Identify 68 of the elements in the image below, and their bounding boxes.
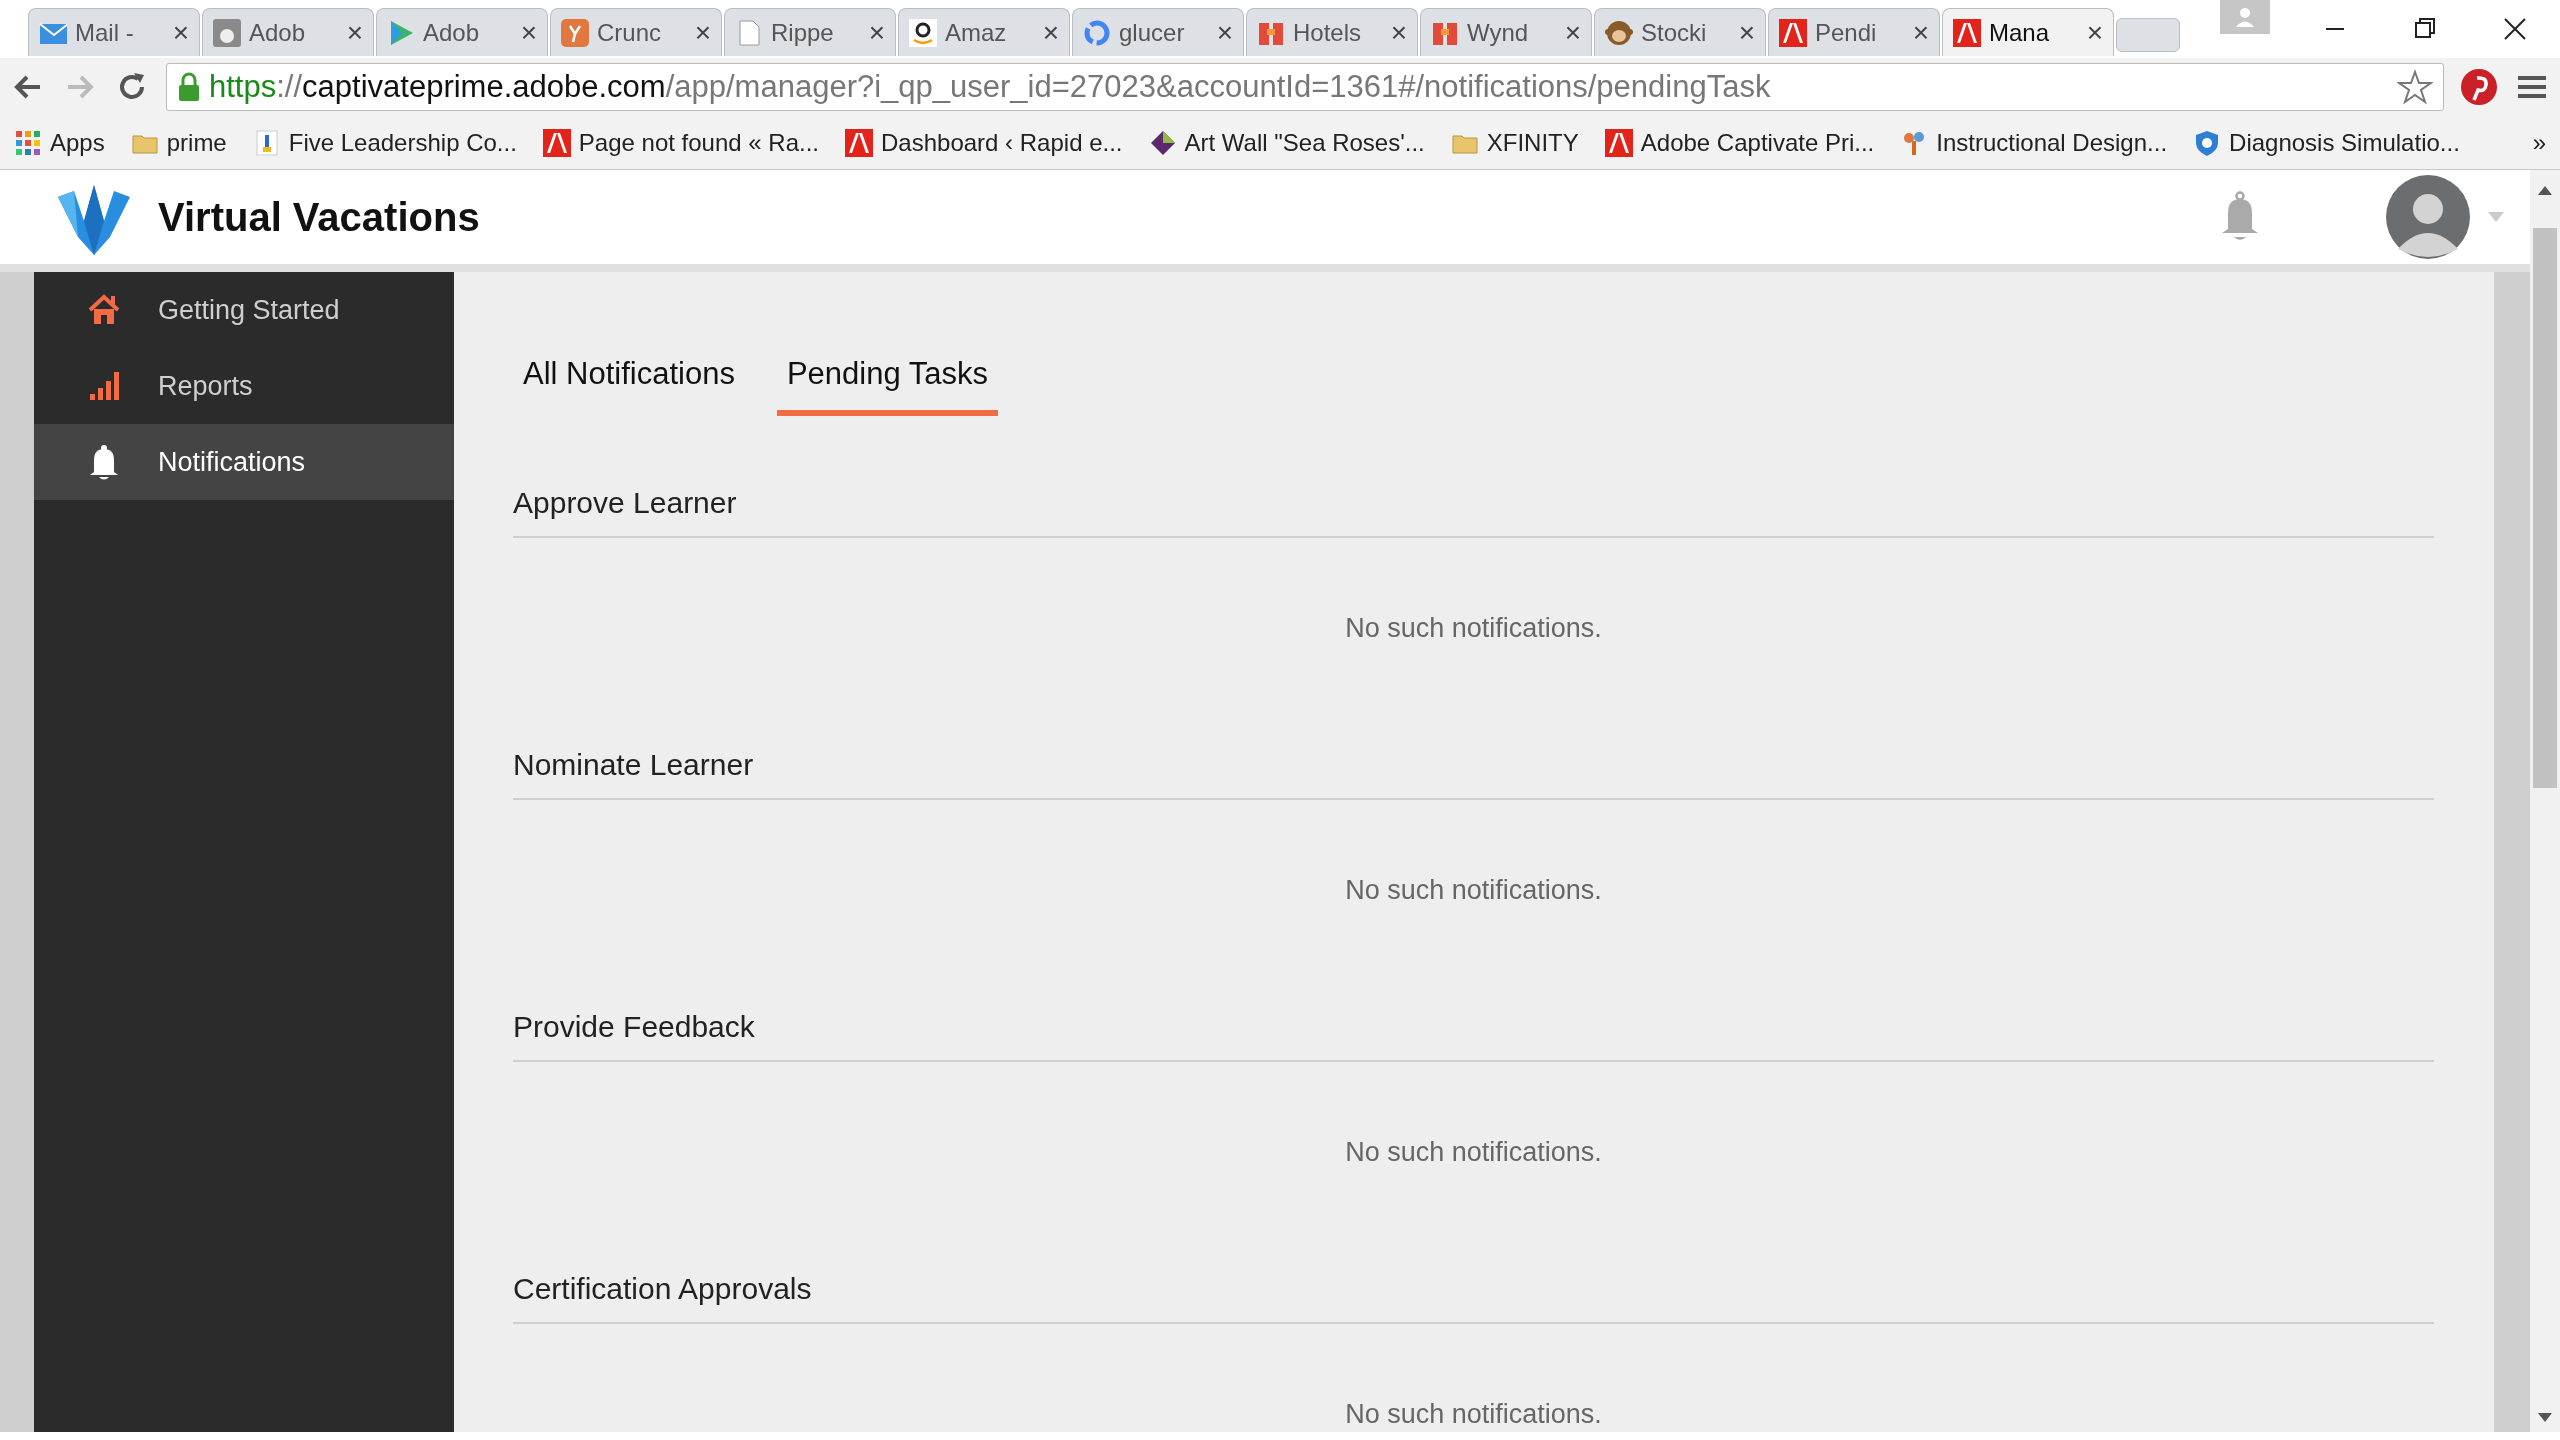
close-icon[interactable]: ×	[1042, 18, 1059, 47]
sidebar-item[interactable]: Reports	[34, 348, 454, 424]
adobe-icon	[1779, 18, 1807, 47]
close-icon[interactable]: ×	[868, 18, 885, 47]
app-title: Virtual Vacations	[158, 194, 480, 241]
overflow-chevron[interactable]: »	[2532, 124, 2546, 161]
bookmark-link[interactable]: prime	[130, 124, 227, 161]
browser-tab[interactable]: Adob ×	[376, 8, 548, 56]
empty-message: No such notifications.	[1345, 1399, 1602, 1429]
section-title: Provide Feedback	[513, 1002, 2434, 1062]
close-icon[interactable]: ×	[2086, 18, 2103, 47]
bookmark-logo-icon	[561, 18, 589, 47]
browser-tab[interactable]: Hotels ×	[1246, 8, 1418, 56]
browser-tab[interactable]: Adob ×	[202, 8, 374, 56]
adobe-icon	[1953, 18, 1981, 47]
sidebar-item[interactable]: Getting Started	[34, 272, 454, 348]
lock-icon	[177, 72, 201, 102]
close-icon[interactable]: ×	[1216, 18, 1233, 47]
bookmark-link[interactable]: Diagnosis Simulatio...	[2193, 124, 2460, 161]
scrollbar[interactable]	[2530, 170, 2560, 1432]
empty-message: No such notifications.	[1345, 1137, 1602, 1167]
apps-icon	[14, 128, 42, 157]
bookmark-link[interactable]: Art Wall "Sea Roses'...	[1148, 124, 1425, 161]
scroll-down-icon[interactable]	[2537, 1412, 2553, 1424]
close-icon[interactable]: ×	[1564, 18, 1581, 47]
close-icon[interactable]: ×	[1390, 18, 1407, 47]
close-icon[interactable]: ×	[346, 18, 363, 47]
browser-tab[interactable]: Rippe ×	[724, 8, 896, 56]
scroll-up-icon[interactable]	[2537, 184, 2553, 196]
close-icon[interactable]: ×	[1738, 18, 1755, 47]
bookmark-link[interactable]: Five Leadership Co...	[252, 124, 517, 161]
browser-tab[interactable]: glucer ×	[1072, 8, 1244, 56]
bookmark-link[interactable]: Instructional Design...	[1900, 124, 2168, 161]
sidebar-item[interactable]: Notifications	[34, 424, 454, 500]
section-title: Nominate Learner	[513, 740, 2434, 800]
adobe-icon	[542, 128, 571, 157]
close-icon[interactable]: ×	[1912, 18, 1929, 47]
browser-tab[interactable]: Stocki ×	[1594, 8, 1766, 56]
section-title: Certification Approvals	[513, 1264, 2434, 1324]
scrollbar-thumb[interactable]	[2533, 228, 2557, 788]
browser-tab[interactable]: Mail - ×	[28, 8, 200, 56]
bookmark-link[interactable]: Adobe Captivate Pri...	[1604, 124, 1875, 161]
close-icon[interactable]: ×	[520, 18, 537, 47]
browser-tab[interactable]: Wynd ×	[1420, 8, 1592, 56]
empty-message: No such notifications.	[1345, 613, 1602, 643]
close-icon[interactable]: ×	[172, 18, 189, 47]
person-icon	[2234, 6, 2256, 28]
smile-icon	[909, 18, 937, 47]
close-icon[interactable]: ×	[694, 18, 711, 47]
address-bar[interactable]: https://captivateprime.adobe.com/app/manager?i_qp_user_id=27023&accountId=1361#/notifications/pendingTask	[166, 63, 2444, 111]
browser-tab[interactable]: Amaz ×	[898, 8, 1070, 56]
star-icon[interactable]	[2397, 69, 2433, 105]
content-tab[interactable]: Pending Tasks	[776, 354, 998, 416]
browser-tab[interactable]: Mana ×	[1942, 8, 2114, 56]
bookmark-link[interactable]: Page not found « Ra...	[542, 124, 820, 161]
adobe-icon	[845, 128, 874, 157]
browser-tab[interactable]: Pendi ×	[1768, 8, 1940, 56]
pin-icon[interactable]	[2460, 68, 2498, 106]
empty-message: No such notifications.	[1345, 875, 1602, 905]
bookmark-link[interactable]: Dashboard ‹ Rapid e...	[845, 124, 1123, 161]
bookmark-link[interactable]: XFINITY	[1450, 124, 1579, 161]
avatar-icon[interactable]	[2386, 175, 2470, 259]
content-tab[interactable]: All Notifications	[513, 354, 745, 416]
monkey-icon	[1605, 18, 1633, 47]
section-title: Approve Learner	[513, 478, 2434, 538]
adobe-icon	[1604, 128, 1633, 157]
bookmark-link[interactable]: Apps	[14, 124, 105, 161]
browser-tab[interactable]: Crunc ×	[550, 8, 722, 56]
